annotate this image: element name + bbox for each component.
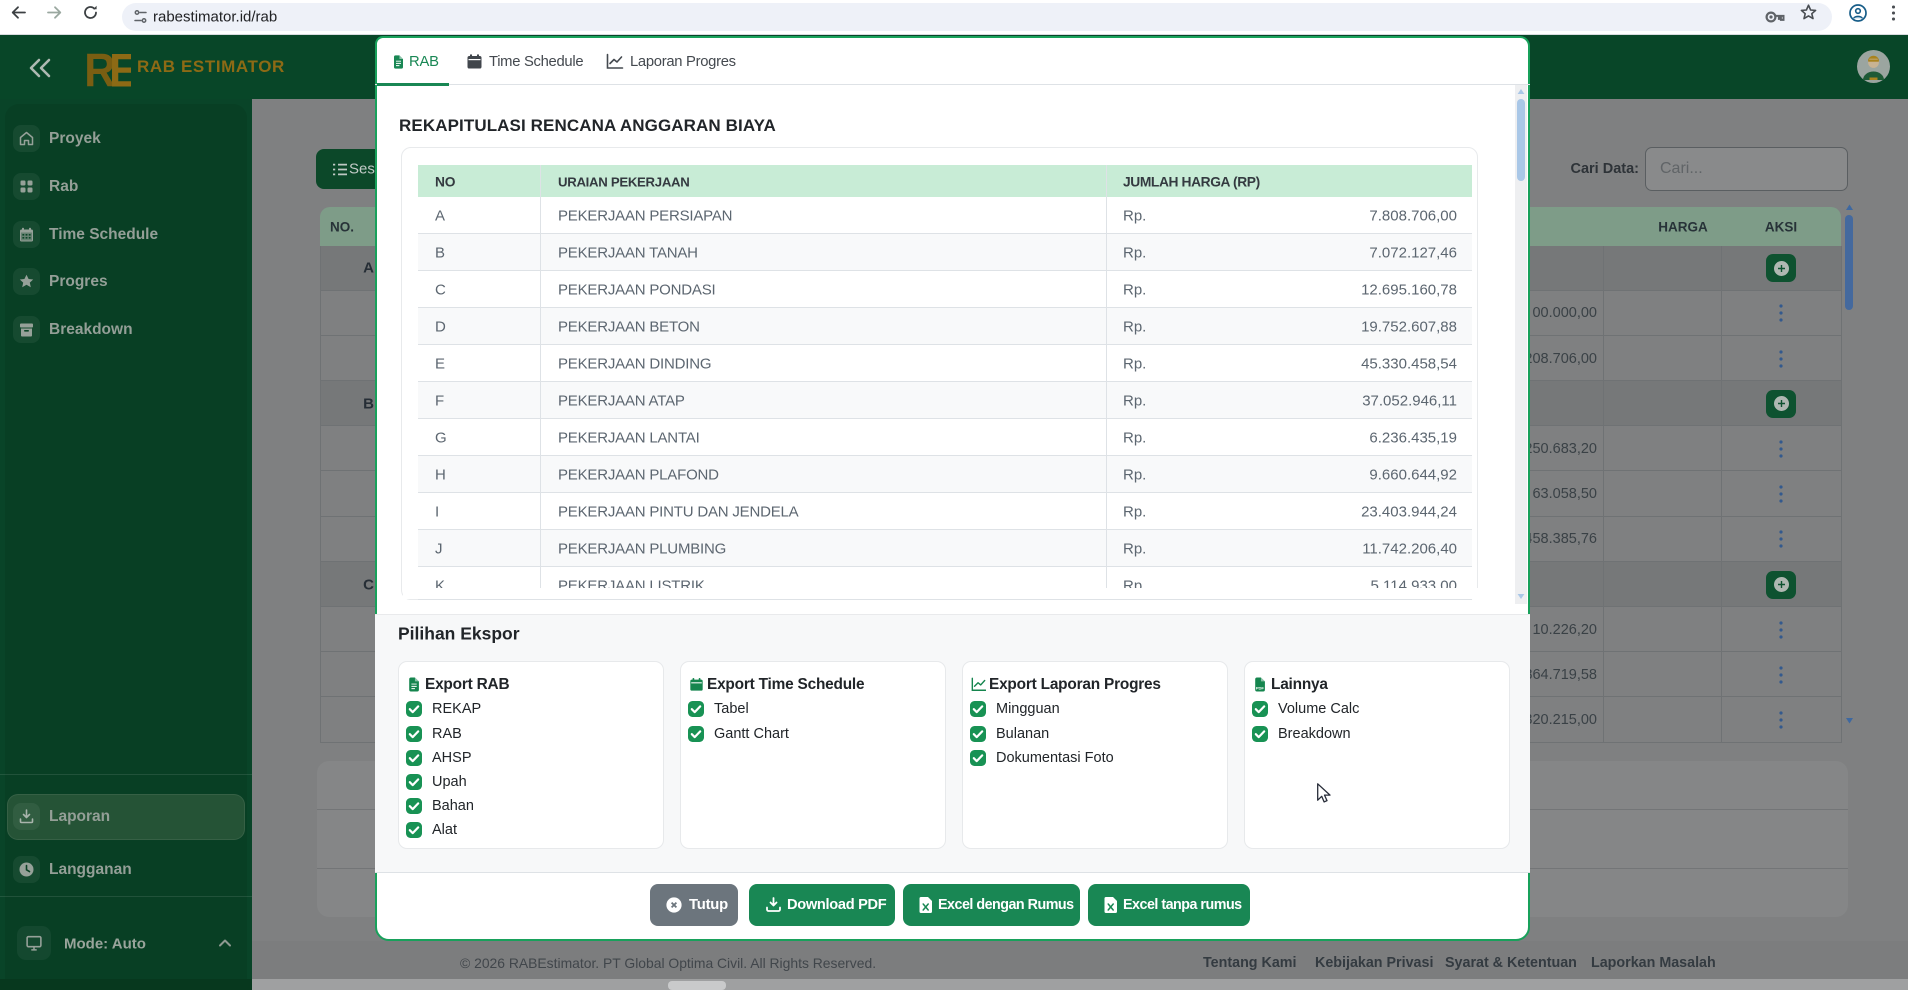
svg-text:PDF: PDF (1256, 685, 1265, 690)
svg-text:E: E (109, 48, 131, 88)
